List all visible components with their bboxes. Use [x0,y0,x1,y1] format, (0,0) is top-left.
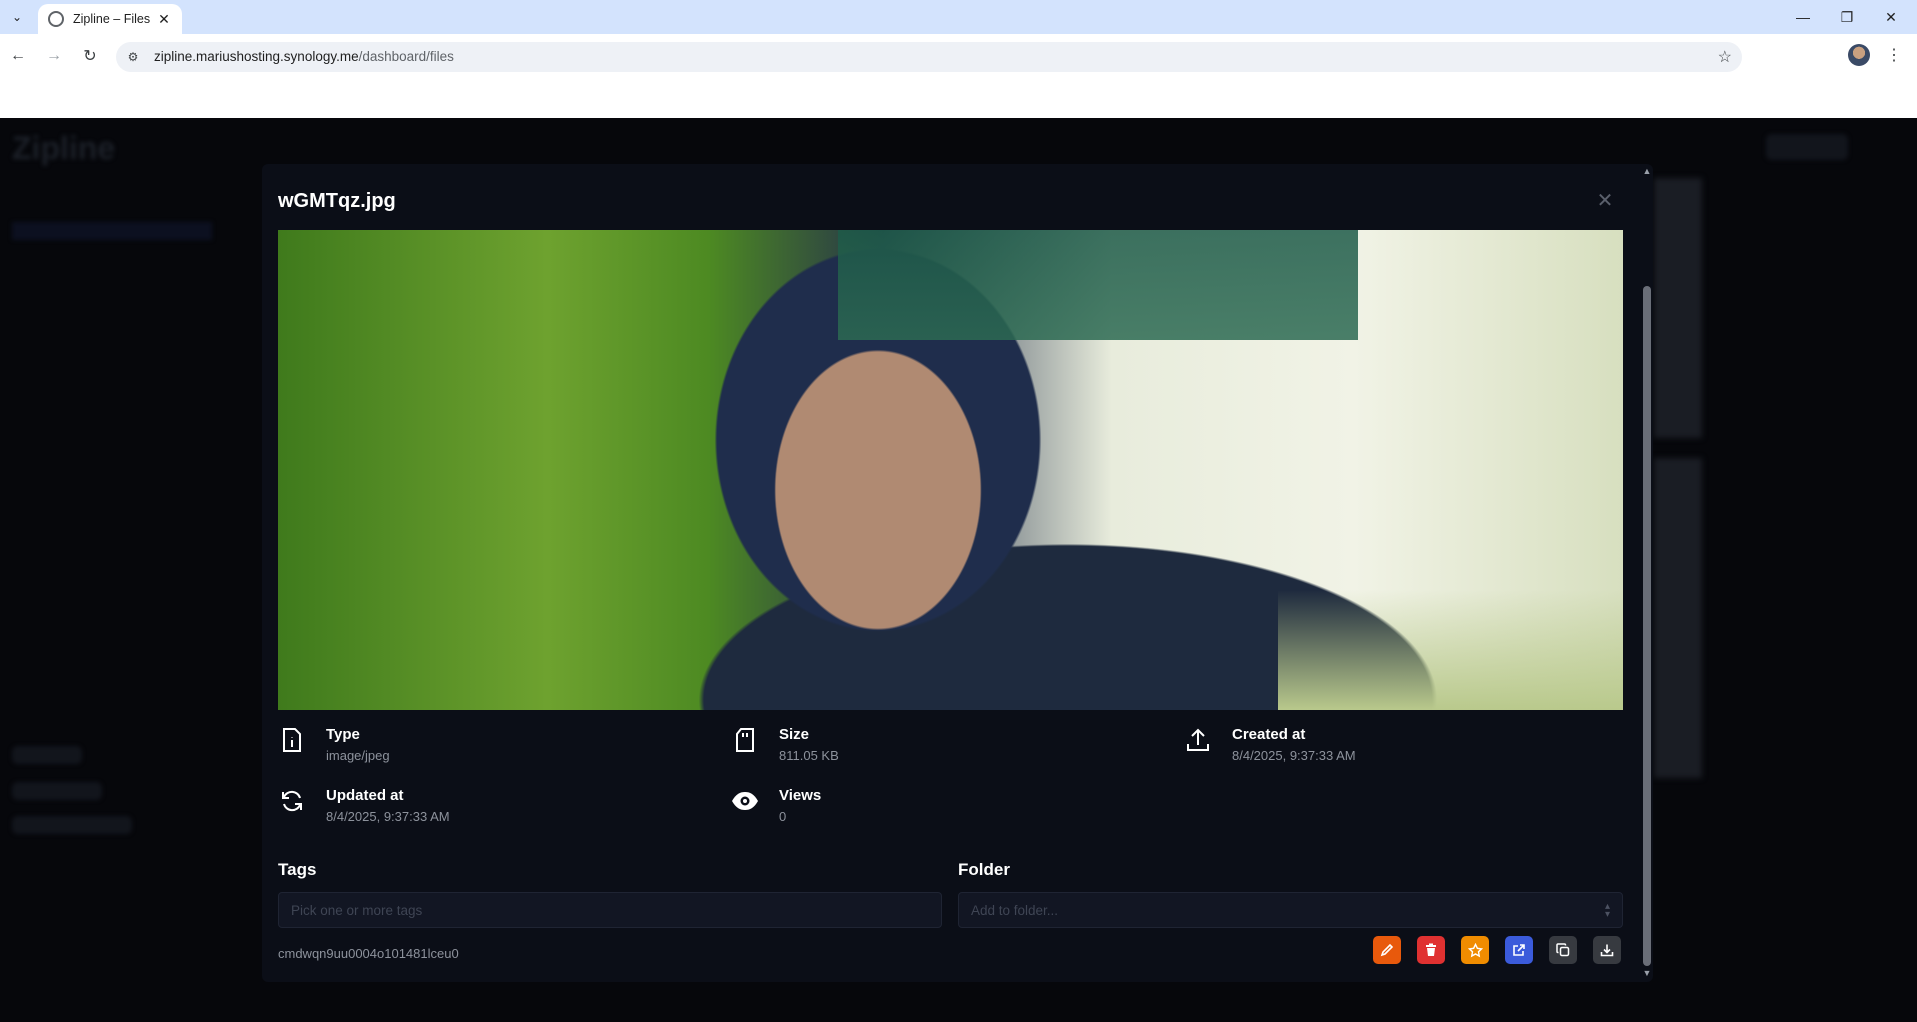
sidebar-item [12,326,212,344]
close-tab-icon[interactable]: ✕ [156,11,172,28]
sidebar-item [12,192,212,210]
sidebar-item [12,158,212,176]
tags-input[interactable] [291,902,929,918]
meta-value: image/jpeg [326,748,390,763]
folder-input[interactable] [971,902,1610,918]
tags-field[interactable] [278,892,942,928]
file-details-modal: wGMTqz.jpg ✕ Type image/jpeg Size 811.05… [262,164,1653,982]
pencil-icon [1380,943,1394,957]
close-window-button[interactable]: ✕ [1869,0,1913,34]
star-icon [1467,942,1483,957]
restore-window-button[interactable]: ❐ [1825,0,1869,34]
profile-avatar[interactable] [1848,44,1870,66]
file-preview-image [278,230,1623,710]
download-icon [1600,944,1614,957]
meta-label: Type [326,726,360,743]
meta-value: 8/4/2025, 9:37:33 AM [1232,748,1356,763]
sidebar-item [12,360,212,378]
meta-label: Views [779,787,822,804]
modal-scrollbar[interactable]: ▲ ▼ [1641,164,1653,982]
refresh-icon [278,787,306,815]
sd-card-icon [731,726,759,754]
photo-detail [838,230,1358,340]
browser-menu-icon[interactable]: ⋮ [1884,42,1904,68]
sidebar-footer-item [12,746,82,764]
sidebar-footer-item [12,782,102,800]
site-info-icon[interactable]: ⚙ [125,49,141,65]
browser-tab-strip: ⌄ Zipline – Files ✕ — ❐ ✕ [0,0,1917,34]
reload-button[interactable]: ↻ [76,42,104,70]
meta-value: 811.05 KB [779,748,839,763]
bookmark-star-icon[interactable]: ☆ [1718,47,1732,67]
file-tile [1654,178,1702,438]
minimize-window-button[interactable]: — [1781,0,1825,34]
scroll-up-arrow-icon[interactable]: ▲ [1642,166,1652,178]
sidebar-item [12,258,212,276]
favorite-button[interactable] [1461,936,1489,964]
close-icon[interactable]: ✕ [1592,187,1618,213]
file-info-icon [278,726,306,754]
file-tile [1654,458,1702,778]
copy-button[interactable] [1549,936,1577,964]
chevron-updown-icon: ▴ ▾ [1604,901,1610,920]
meta-label: Created at [1232,726,1306,743]
sidebar-item [12,292,212,310]
scroll-down-arrow-icon[interactable]: ▼ [1642,968,1652,980]
url-text[interactable]: zipline.mariushosting.synology.me/dashbo… [154,49,454,64]
copy-icon [1556,943,1570,957]
sidebar-footer-item [12,816,132,834]
delete-button[interactable] [1417,936,1445,964]
address-bar[interactable]: ⚙ zipline.mariushosting.synology.me/dash… [116,42,1742,72]
meta-value: 0 [779,809,787,824]
meta-label: Size [779,726,810,743]
upload-icon [1184,726,1212,754]
back-button[interactable]: ← [4,42,32,70]
external-link-icon [1513,944,1525,956]
sidebar-item-active [12,222,212,240]
folder-label: Folder [958,860,1010,879]
photo-detail [1278,590,1623,710]
edit-button[interactable] [1373,936,1401,964]
tags-label: Tags [278,860,317,879]
meta-value: 8/4/2025, 9:37:33 AM [326,809,450,824]
modal-title: wGMTqz.jpg [278,190,396,212]
tab-search-button[interactable]: ⌄ [6,6,28,28]
globe-icon [48,11,64,27]
tab-title: Zipline – Files [73,12,151,26]
header-button [1766,134,1848,160]
forward-button[interactable]: → [40,42,68,70]
open-external-button[interactable] [1505,936,1533,964]
scrollbar-thumb[interactable] [1643,286,1651,966]
trash-icon [1426,943,1436,956]
browser-tab[interactable]: Zipline – Files ✕ [38,4,182,34]
folder-select[interactable]: ▴▾ [958,892,1623,928]
meta-label: Updated at [326,787,404,804]
url-host: zipline.mariushosting.synology.me [154,49,359,64]
download-button[interactable] [1593,936,1621,964]
file-id: cmdwqn9uu0004o101481lceu0 [278,946,459,961]
url-path: /dashboard/files [358,49,454,64]
browser-toolbar: ← → ↻ ⚙ zipline.mariushosting.synology.m… [0,34,1917,118]
eye-icon [731,787,759,815]
